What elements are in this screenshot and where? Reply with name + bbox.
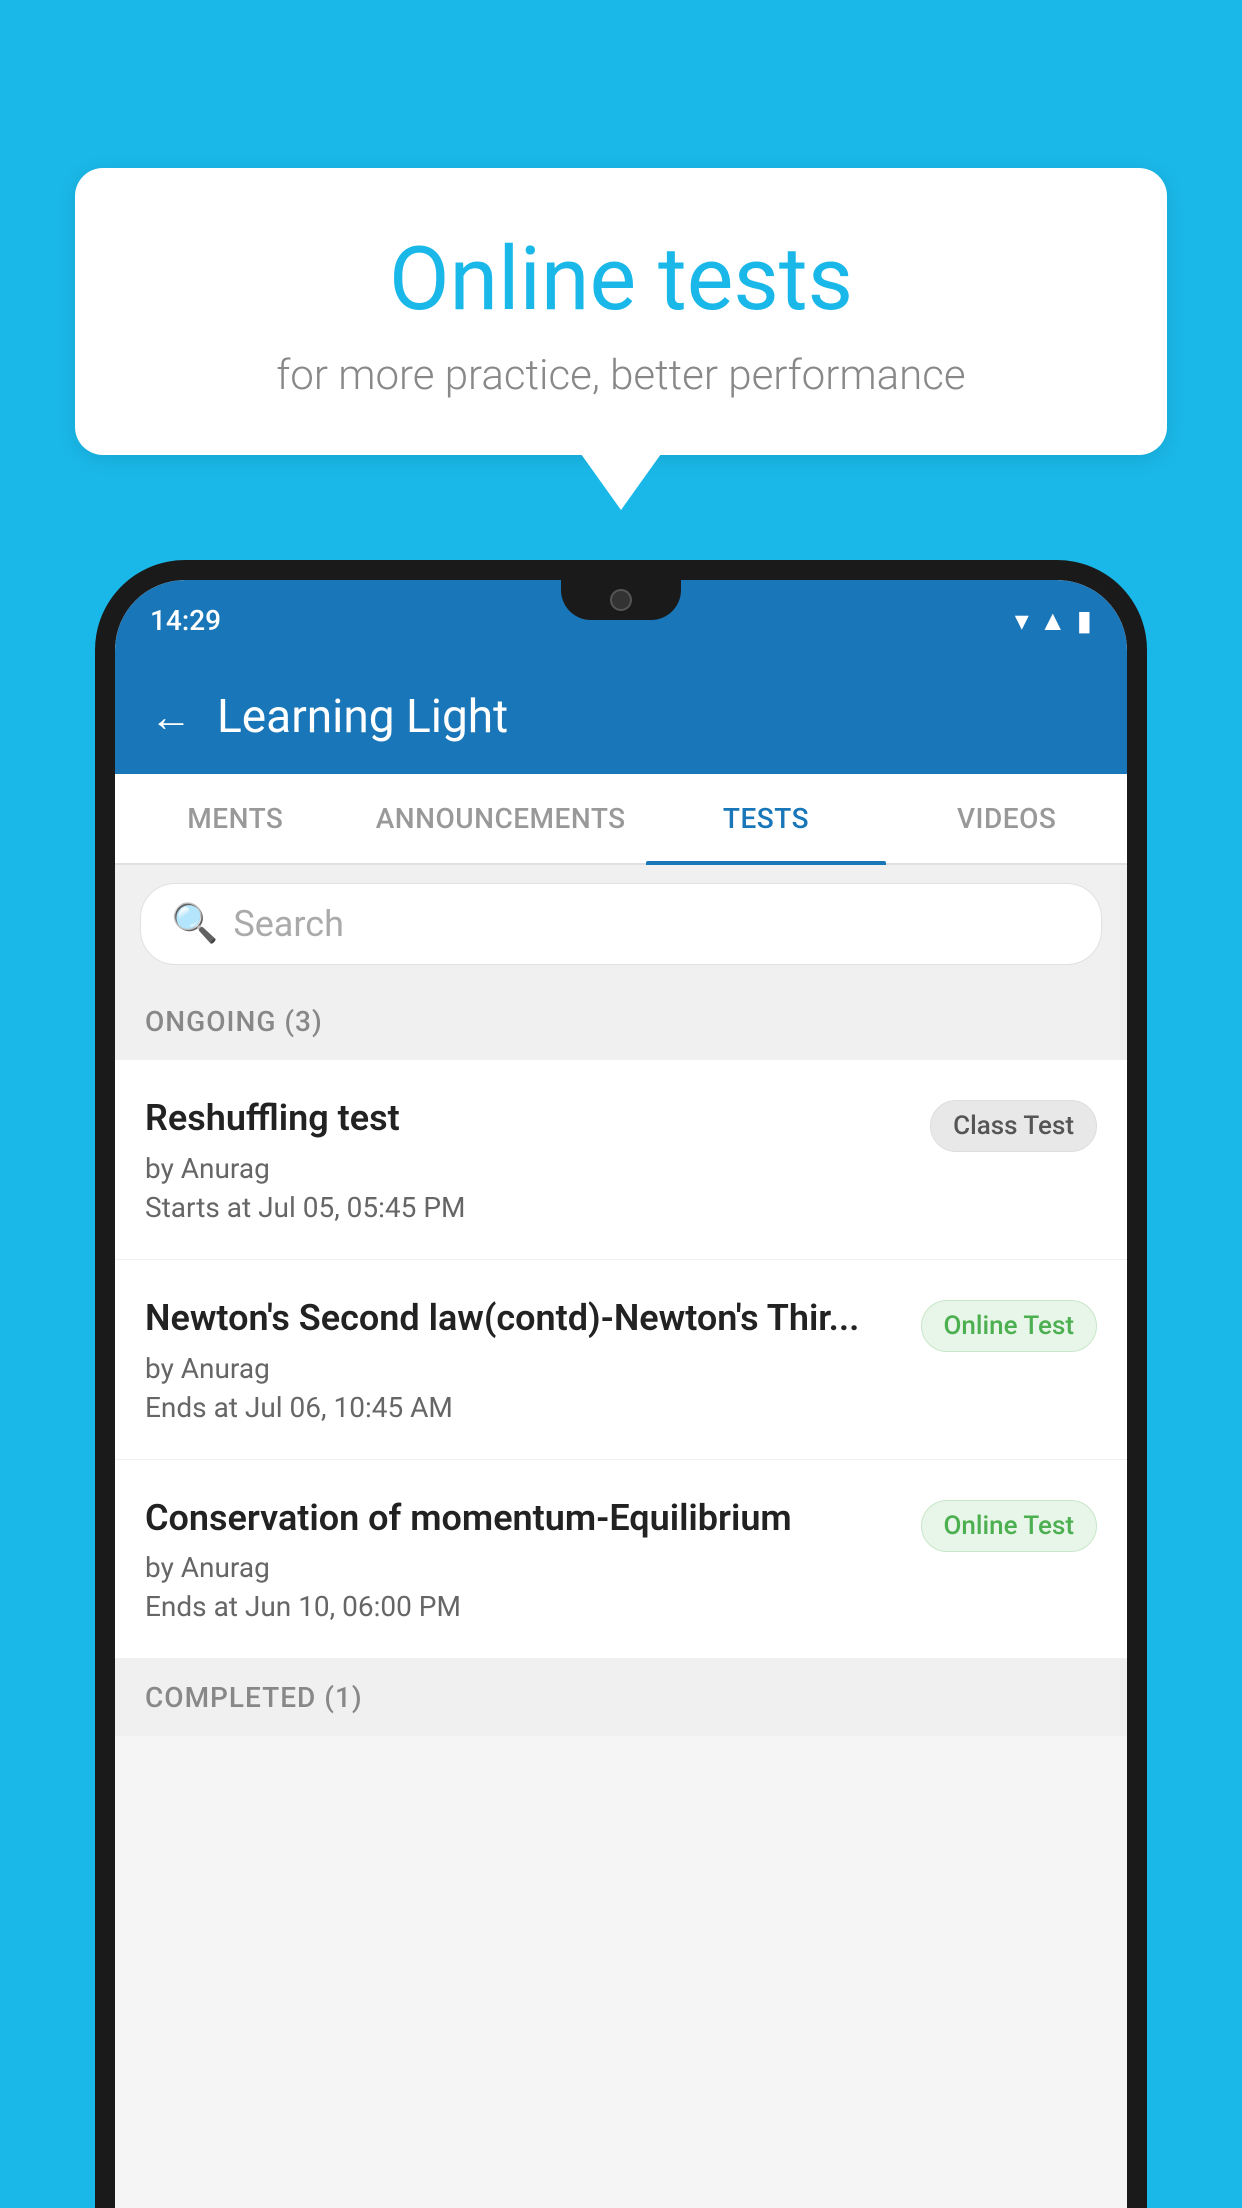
test-by: by Anurag	[145, 1152, 910, 1185]
wifi-icon: ▾	[1015, 604, 1029, 637]
test-info: Conservation of momentum-Equilibrium by …	[145, 1495, 921, 1624]
search-input[interactable]: Search	[233, 903, 344, 945]
notch	[561, 580, 681, 620]
app-header: ← Learning Light	[115, 660, 1127, 774]
list-item[interactable]: Newton's Second law(contd)-Newton's Thir…	[115, 1260, 1127, 1460]
test-badge-online: Online Test	[921, 1300, 1098, 1352]
ongoing-section-title: ONGOING (3)	[145, 1005, 323, 1038]
bubble-title: Online tests	[125, 228, 1117, 331]
tab-ments[interactable]: MENTS	[115, 774, 356, 863]
status-bar: 14:29 ▾ ▲ ▮	[115, 580, 1127, 660]
search-container: 🔍 Search	[115, 865, 1127, 983]
list-item[interactable]: Reshuffling test by Anurag Starts at Jul…	[115, 1060, 1127, 1260]
tab-videos[interactable]: VIDEOS	[886, 774, 1127, 863]
bubble-subtitle: for more practice, better performance	[125, 351, 1117, 400]
phone-frame: 14:29 ▾ ▲ ▮ ← Learning Light MENTS ANNOU…	[95, 560, 1147, 2208]
test-info: Newton's Second law(contd)-Newton's Thir…	[145, 1295, 921, 1424]
completed-section-title: COMPLETED (1)	[145, 1681, 363, 1714]
search-icon: 🔍	[171, 902, 218, 946]
test-by: by Anurag	[145, 1551, 901, 1584]
completed-section-header: COMPLETED (1)	[115, 1659, 1127, 1736]
test-name: Reshuffling test	[145, 1095, 910, 1142]
tabs-bar: MENTS ANNOUNCEMENTS TESTS VIDEOS	[115, 774, 1127, 865]
test-info: Reshuffling test by Anurag Starts at Jul…	[145, 1095, 930, 1224]
search-bar[interactable]: 🔍 Search	[140, 883, 1102, 965]
test-time: Starts at Jul 05, 05:45 PM	[145, 1191, 910, 1224]
status-icons: ▾ ▲ ▮	[1015, 604, 1092, 637]
battery-icon: ▮	[1077, 604, 1092, 637]
test-list: Reshuffling test by Anurag Starts at Jul…	[115, 1060, 1127, 1659]
tab-announcements[interactable]: ANNOUNCEMENTS	[356, 774, 646, 863]
app-title: Learning Light	[217, 690, 508, 744]
back-button[interactable]: ←	[150, 693, 192, 742]
status-time: 14:29	[150, 604, 221, 637]
test-time: Ends at Jul 06, 10:45 AM	[145, 1391, 901, 1424]
tab-tests[interactable]: TESTS	[646, 774, 887, 863]
signal-icon: ▲	[1039, 604, 1067, 637]
ongoing-section-header: ONGOING (3)	[115, 983, 1127, 1060]
test-time: Ends at Jun 10, 06:00 PM	[145, 1590, 901, 1623]
test-name: Conservation of momentum-Equilibrium	[145, 1495, 901, 1542]
list-item[interactable]: Conservation of momentum-Equilibrium by …	[115, 1460, 1127, 1660]
test-name: Newton's Second law(contd)-Newton's Thir…	[145, 1295, 901, 1342]
phone-screen: 14:29 ▾ ▲ ▮ ← Learning Light MENTS ANNOU…	[115, 580, 1127, 2208]
test-by: by Anurag	[145, 1352, 901, 1385]
camera	[610, 589, 632, 611]
speech-bubble: Online tests for more practice, better p…	[75, 168, 1167, 455]
test-badge-class: Class Test	[930, 1100, 1097, 1152]
test-badge-online-2: Online Test	[921, 1500, 1098, 1552]
